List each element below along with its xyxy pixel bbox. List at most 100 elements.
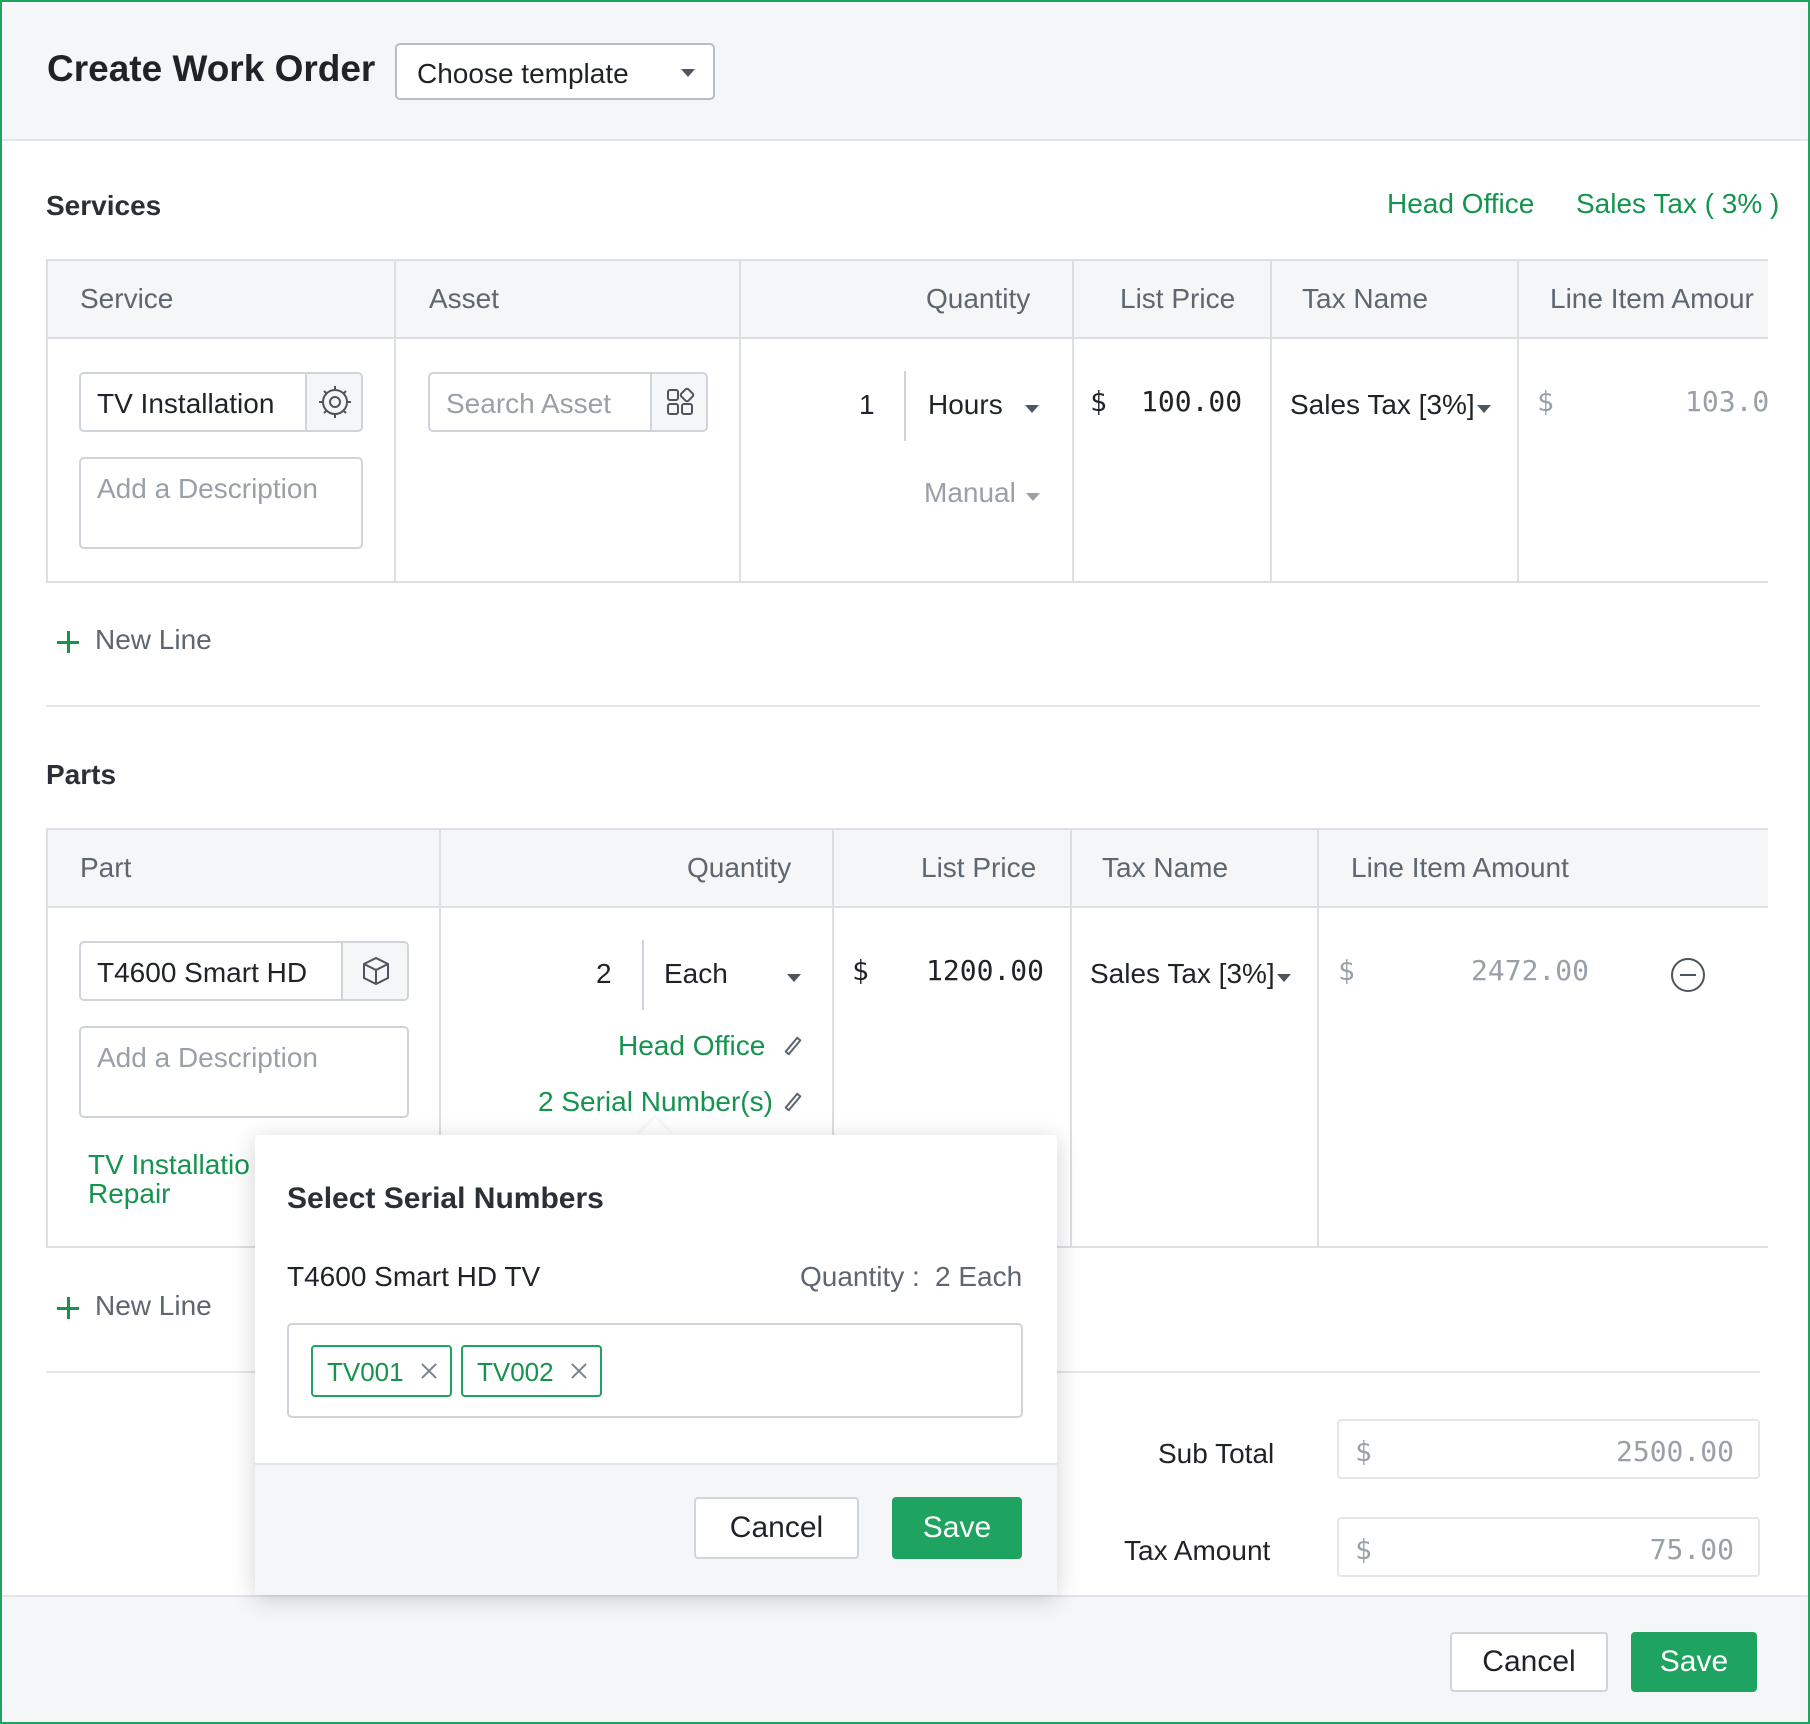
wrench-gear-icon <box>319 386 351 418</box>
service-currency-symbol: $ <box>1090 385 1107 418</box>
col-quantity: Quantity <box>926 283 1031 314</box>
part-currency-symbol: $ <box>852 954 869 987</box>
quantity-unit-divider <box>904 371 906 441</box>
remove-chip-icon[interactable] <box>571 1363 587 1379</box>
box-icon <box>363 956 389 986</box>
chevron-down-icon <box>787 974 801 982</box>
col-divider <box>1517 261 1519 583</box>
part-unit-value: Each <box>664 958 728 989</box>
popup-save-button[interactable]: Save <box>892 1497 1022 1559</box>
service-lookup-button[interactable] <box>305 374 361 430</box>
service-tax-value: Sales Tax [3%] <box>1290 389 1475 420</box>
col-divider <box>1270 261 1272 583</box>
popup-item-name: T4600 Smart HD TV <box>287 1261 541 1292</box>
col-divider <box>1072 261 1074 583</box>
part-quantity-input[interactable]: 2 <box>596 958 612 990</box>
sub-total-value: 2500.00 <box>1615 1435 1734 1468</box>
sub-total-field: $ 2500.00 <box>1337 1419 1760 1479</box>
service-list-price-input[interactable]: 100.00 <box>1141 385 1242 418</box>
part-line-amount: 2472.00 <box>1471 954 1590 987</box>
remove-chip-icon[interactable] <box>421 1363 437 1379</box>
col-asset: Asset <box>429 283 500 314</box>
col-divider <box>739 261 741 583</box>
services-section-title: Services <box>46 190 162 221</box>
close-icon[interactable] <box>1724 58 1754 88</box>
chevron-down-icon <box>1025 405 1039 413</box>
popup-quantity-label: Quantity : <box>800 1261 920 1292</box>
new-line-label: New Line <box>95 624 212 655</box>
service-quantity-input[interactable]: 1 <box>859 389 875 421</box>
chevron-down-icon <box>1477 405 1491 413</box>
tax-amount-currency: $ <box>1355 1533 1372 1566</box>
sub-total-currency: $ <box>1355 1435 1372 1468</box>
select-serial-numbers-popup: Select Serial Numbers T4600 Smart HD TV … <box>255 1135 1057 1595</box>
pencil-icon <box>784 1036 802 1056</box>
close-icon[interactable] <box>971 1180 999 1208</box>
chevron-down-icon <box>1277 974 1291 982</box>
asset-search-input[interactable]: Search Asset <box>428 372 708 432</box>
service-input[interactable]: TV Installation <box>79 372 363 432</box>
tax-amount-label: Tax Amount <box>1124 1535 1271 1566</box>
serial-chip: TV002 <box>461 1345 602 1397</box>
service-line-amount: 103.0 <box>1685 385 1770 418</box>
asset-lookup-button[interactable] <box>650 374 706 430</box>
part-input[interactable]: T4600 Smart HD <box>79 941 409 1001</box>
col-quantity: Quantity <box>687 852 792 883</box>
template-select[interactable]: Choose template <box>395 43 715 100</box>
col-tax-name: Tax Name <box>1302 283 1429 314</box>
popup-cancel-button[interactable]: Cancel <box>694 1497 859 1559</box>
col-service: Service <box>80 283 174 314</box>
serial-chip-label: TV001 <box>327 1357 404 1387</box>
col-part: Part <box>80 852 132 883</box>
popup-quantity-value: 2 Each <box>935 1261 1023 1292</box>
pricing-mode-value: Manual <box>924 477 1016 508</box>
cancel-button[interactable]: Cancel <box>1450 1632 1608 1692</box>
part-tax-select[interactable]: Sales Tax [3%] <box>1090 958 1300 998</box>
part-value: T4600 Smart HD <box>97 957 308 988</box>
pricing-mode-select[interactable]: Manual <box>924 477 1054 517</box>
col-line-item-amount: Line Item Amount <box>1351 852 1569 883</box>
service-tax-select[interactable]: Sales Tax [3%] <box>1290 389 1500 429</box>
part-list-price-input[interactable]: 1200.00 <box>926 954 1044 987</box>
dialog-header: Create Work Order Choose template <box>2 2 1808 141</box>
serial-numbers-input[interactable]: TV001 TV002 <box>287 1323 1023 1418</box>
parts-new-line-button[interactable]: New Line <box>57 1290 237 1330</box>
col-tax-name: Tax Name <box>1102 852 1229 883</box>
col-list-price: List Price <box>921 852 1037 883</box>
popup-footer: Cancel Save <box>255 1463 1057 1595</box>
chevron-down-icon <box>681 69 695 77</box>
tax-amount-value: 75.00 <box>1649 1533 1734 1566</box>
pencil-icon <box>784 1092 802 1112</box>
dialog-footer: Cancel Save <box>2 1595 1808 1722</box>
services-table: Service Asset Quantity List Price Tax Na… <box>46 259 1770 583</box>
service-amount-currency: $ <box>1537 385 1554 418</box>
services-table-header: Service Asset Quantity List Price Tax Na… <box>48 261 1768 339</box>
head-office-link[interactable]: Head Office <box>1387 188 1534 220</box>
related-service-link-2[interactable]: Repair <box>88 1179 170 1209</box>
template-select-value: Choose template <box>417 58 629 89</box>
part-lookup-button[interactable] <box>341 943 407 999</box>
serial-numbers-link[interactable]: 2 Serial Number(s) <box>538 1086 808 1126</box>
remove-row-icon[interactable] <box>1671 958 1705 992</box>
service-description-field[interactable]: Add a Description <box>79 457 363 549</box>
services-new-line-button[interactable]: New Line <box>57 624 237 664</box>
related-service-link[interactable]: TV Installatio <box>88 1150 250 1180</box>
service-unit-select[interactable]: Hours <box>928 389 1058 429</box>
popup-title: Select Serial Numbers <box>287 1182 604 1215</box>
sub-total-label: Sub Total <box>1158 1438 1275 1469</box>
save-button[interactable]: Save <box>1631 1632 1757 1692</box>
serial-chip: TV001 <box>311 1345 452 1397</box>
part-amount-currency: $ <box>1338 954 1355 987</box>
asset-search-placeholder: Search Asset <box>446 388 611 419</box>
parts-table-header: Part Quantity List Price Tax Name Line I… <box>48 830 1768 908</box>
sales-tax-link[interactable]: Sales Tax ( 3% ) <box>1576 188 1779 220</box>
part-description-field[interactable]: Add a Description <box>79 1026 409 1118</box>
service-unit-value: Hours <box>928 389 1003 420</box>
warehouse-value: Head Office <box>618 1030 766 1061</box>
part-unit-select[interactable]: Each <box>664 958 814 998</box>
col-line-item-amount: Line Item Amour <box>1550 283 1754 314</box>
col-divider <box>1317 830 1319 1248</box>
grid-icon <box>667 387 695 415</box>
plus-icon <box>57 631 79 653</box>
warehouse-link[interactable]: Head Office <box>618 1030 808 1070</box>
